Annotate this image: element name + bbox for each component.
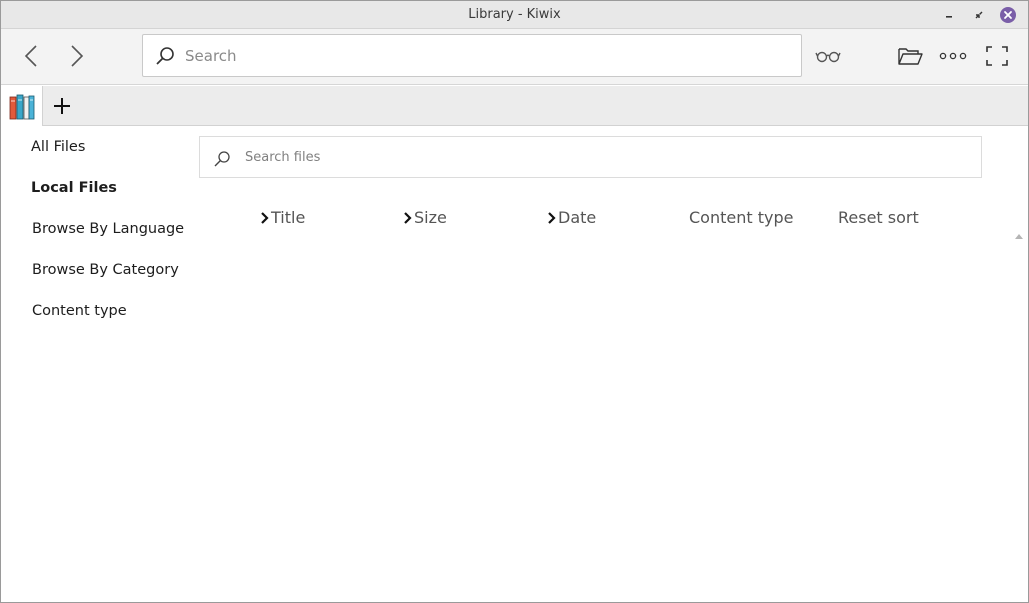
main-search-input[interactable] [185, 43, 785, 69]
new-tab-button[interactable] [49, 93, 75, 119]
reset-sort-label: Reset sort [838, 208, 919, 227]
more-dots-icon [939, 52, 967, 60]
chevron-right-icon [404, 211, 412, 224]
sidebar-item-content-type[interactable]: Content type [32, 303, 127, 319]
sort-date-label: Date [558, 208, 597, 227]
close-button[interactable] [1000, 7, 1016, 23]
search-icon [156, 47, 174, 65]
sidebar-item-all-files[interactable]: All Files [31, 139, 85, 155]
toolbar [1, 29, 1028, 85]
back-button[interactable] [19, 43, 45, 69]
forward-button[interactable] [63, 43, 89, 69]
sort-size-label: Size [414, 208, 447, 227]
search-icon [214, 151, 230, 167]
sort-bar: Title Size Date Content type Reset sort [199, 201, 982, 235]
chevron-right-icon [71, 45, 84, 67]
close-icon [1004, 11, 1012, 19]
window-title: Library - Kiwix [468, 7, 561, 22]
main-search-box[interactable] [142, 34, 802, 77]
plus-icon [54, 98, 70, 114]
sort-content-type-label: Content type [689, 208, 794, 227]
files-search-box[interactable] [199, 136, 982, 178]
chevron-right-icon [548, 211, 556, 224]
reading-list-button[interactable] [814, 43, 842, 69]
reset-sort-button[interactable]: Reset sort [838, 208, 919, 227]
minimize-icon [946, 16, 952, 18]
open-file-button[interactable] [896, 43, 924, 69]
sidebar-item-browse-by-language[interactable]: Browse By Language [32, 221, 184, 237]
tab-strip [1, 86, 1028, 126]
title-bar: Library - Kiwix [1, 1, 1028, 29]
chevron-left-icon [24, 45, 37, 67]
tab-library[interactable] [1, 86, 43, 126]
fullscreen-button[interactable] [983, 43, 1011, 69]
more-menu-button[interactable] [939, 43, 967, 69]
sort-by-title[interactable]: Title [259, 208, 305, 227]
library-books-icon [9, 94, 34, 120]
scroll-up-arrow[interactable] [1014, 232, 1024, 240]
restore-icon [975, 11, 983, 19]
minimize-button[interactable] [941, 7, 957, 23]
files-search-input[interactable] [245, 146, 945, 168]
chevron-right-icon [261, 211, 269, 224]
sort-by-size[interactable]: Size [402, 208, 447, 227]
sort-by-content-type[interactable]: Content type [689, 208, 793, 227]
library-sidebar: All Files Local Files Browse By Language… [1, 127, 191, 597]
restore-button[interactable] [971, 7, 987, 23]
folder-open-icon [898, 48, 923, 65]
fullscreen-icon [986, 46, 1008, 66]
sort-title-label: Title [271, 208, 306, 227]
glasses-icon [815, 51, 841, 63]
sidebar-item-browse-by-category[interactable]: Browse By Category [32, 262, 179, 278]
sort-by-date[interactable]: Date [546, 208, 596, 227]
app-window: Library - Kiwix Search All Files Local F… [0, 0, 1029, 603]
sidebar-item-local-files[interactable]: Local Files [31, 180, 117, 196]
